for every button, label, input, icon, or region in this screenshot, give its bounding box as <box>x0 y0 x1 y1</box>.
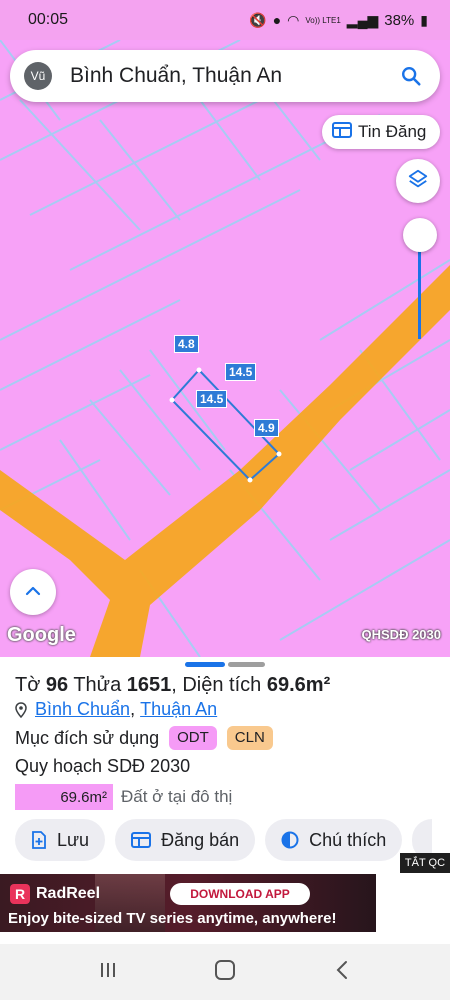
plan-area-bar: 69.6m² <box>15 784 113 810</box>
ad-logo-icon: R <box>10 884 30 904</box>
save-button[interactable]: Lưu <box>15 819 106 861</box>
ad-brand: RadReel <box>36 885 101 902</box>
address-separator: , <box>130 699 136 719</box>
layers-button[interactable] <box>396 159 440 203</box>
wifi-icon: ◠ <box>287 11 300 28</box>
battery-icon: ▮ <box>420 11 428 28</box>
chevron-up-icon <box>25 583 41 601</box>
search-input[interactable]: Bình Chuẩn, Thuận An <box>70 64 398 88</box>
system-nav-bar <box>0 944 450 1000</box>
dimension-top-label: 4.8 <box>174 335 199 353</box>
city-link[interactable]: Thuận An <box>140 699 217 720</box>
location-pin-icon <box>15 701 27 718</box>
network-label: Vo)) LTE1 <box>305 15 341 25</box>
listings-label: Tin Đăng <box>358 122 427 141</box>
ad-tagline: Enjoy bite-sized TV series anytime, anyw… <box>8 910 337 927</box>
ad-banner[interactable]: R RadReel DOWNLOAD APP Enjoy bite-sized … <box>0 874 376 932</box>
status-bar: 00:05 🔇 ● ◠ Vo)) LTE1 ▂▄▆ 38% ▮ <box>0 0 450 40</box>
sell-label: Đăng bán <box>161 829 240 850</box>
dimension-bottom-label: 4.9 <box>254 419 279 437</box>
location-icon: ● <box>272 12 282 28</box>
legend-label: Chú thích <box>309 829 387 850</box>
action-row: Lưu Đăng bán Chú thích <box>15 819 433 861</box>
listing-icon <box>131 831 152 849</box>
parcel-address: Bình Chuẩn, Thuận An <box>15 699 217 720</box>
back-button[interactable] <box>322 952 362 992</box>
listings-icon <box>332 121 352 144</box>
plot-prefix: Thửa <box>68 674 127 696</box>
recent-apps-button[interactable] <box>88 952 128 992</box>
avatar[interactable]: Vũ <box>24 62 52 90</box>
ad-download-button[interactable]: DOWNLOAD APP <box>170 883 310 905</box>
sell-button[interactable]: Đăng bán <box>115 819 256 861</box>
ward-link[interactable]: Bình Chuẩn <box>35 699 130 720</box>
save-label: Lưu <box>57 829 90 850</box>
purpose-tag-cln[interactable]: CLN <box>226 726 273 750</box>
contrast-icon <box>281 831 299 849</box>
save-icon <box>31 831 47 849</box>
plot-number: 1651 <box>126 674 172 696</box>
home-icon <box>214 959 236 986</box>
zoom-slider-handle[interactable] <box>403 218 437 252</box>
purpose-tag-odt[interactable]: ODT <box>169 726 217 750</box>
listings-button[interactable]: Tin Đăng <box>322 115 440 149</box>
parcel-area: 69.6m² <box>266 674 331 696</box>
dimension-left-label: 14.5 <box>196 390 228 408</box>
plan-area-row: 69.6m² Đất ở tại đô thị <box>15 784 232 810</box>
plan-heading: Quy hoạch SDĐ 2030 <box>15 756 191 776</box>
sheet-handle-secondary[interactable] <box>228 662 265 667</box>
area-prefix: , Diện tích <box>171 674 267 696</box>
battery-level: 38% <box>384 11 415 29</box>
mute-icon: 🔇 <box>249 11 267 28</box>
search-icon[interactable] <box>398 63 424 89</box>
purpose-label: Mục đích sử dụng <box>15 727 160 748</box>
legend-button[interactable]: Chú thích <box>265 819 403 861</box>
layers-icon <box>407 168 429 195</box>
plan-layer-label: QHSDĐ 2030 <box>361 627 441 642</box>
recent-apps-icon <box>98 961 118 984</box>
signal-icon: ▂▄▆ <box>346 11 379 28</box>
land-use-purpose: Mục đích sử dụng ODT CLN <box>15 726 273 750</box>
status-icons: 🔇 ● ◠ Vo)) LTE1 ▂▄▆ 38% ▮ <box>249 12 428 29</box>
search-bar[interactable]: Vũ Bình Chuẩn, Thuận An <box>10 50 440 102</box>
google-logo: Google <box>7 624 76 646</box>
sheet-handle[interactable] <box>185 662 225 667</box>
parcel-title: Tờ 96 Thửa 1651, Diện tích 69.6m² <box>15 674 330 697</box>
dimension-right-label: 14.5 <box>225 363 257 381</box>
status-time: 00:05 <box>28 11 69 28</box>
sheet-number: 96 <box>45 674 69 696</box>
expand-up-button[interactable] <box>10 569 56 615</box>
ad-download-label: DOWNLOAD APP <box>190 887 290 901</box>
home-button[interactable] <box>205 952 245 992</box>
back-icon <box>335 960 349 985</box>
hide-ad-button[interactable]: TẮT QC <box>400 853 450 873</box>
sheet-prefix: Tờ <box>15 674 46 696</box>
plan-area-description: Đất ở tại đô thị <box>121 787 233 806</box>
